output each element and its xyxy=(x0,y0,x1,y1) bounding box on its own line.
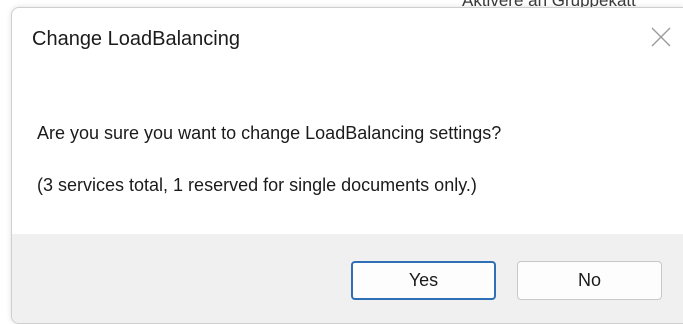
dialog-content: Are you sure you want to change LoadBala… xyxy=(12,72,683,234)
dialog-message: Are you sure you want to change LoadBala… xyxy=(37,123,502,143)
close-button[interactable] xyxy=(646,22,676,52)
dialog-footer: Yes No xyxy=(12,234,683,323)
dialog-titlebar: Change LoadBalancing xyxy=(12,8,683,72)
no-button[interactable]: No xyxy=(517,261,662,300)
confirmation-dialog: Change LoadBalancing Are you sure you wa… xyxy=(11,7,683,324)
close-icon xyxy=(651,27,671,47)
dialog-title: Change LoadBalancing xyxy=(32,28,240,50)
dialog-detail: (3 services total, 1 reserved for single… xyxy=(37,175,477,195)
yes-button[interactable]: Yes xyxy=(351,261,496,300)
